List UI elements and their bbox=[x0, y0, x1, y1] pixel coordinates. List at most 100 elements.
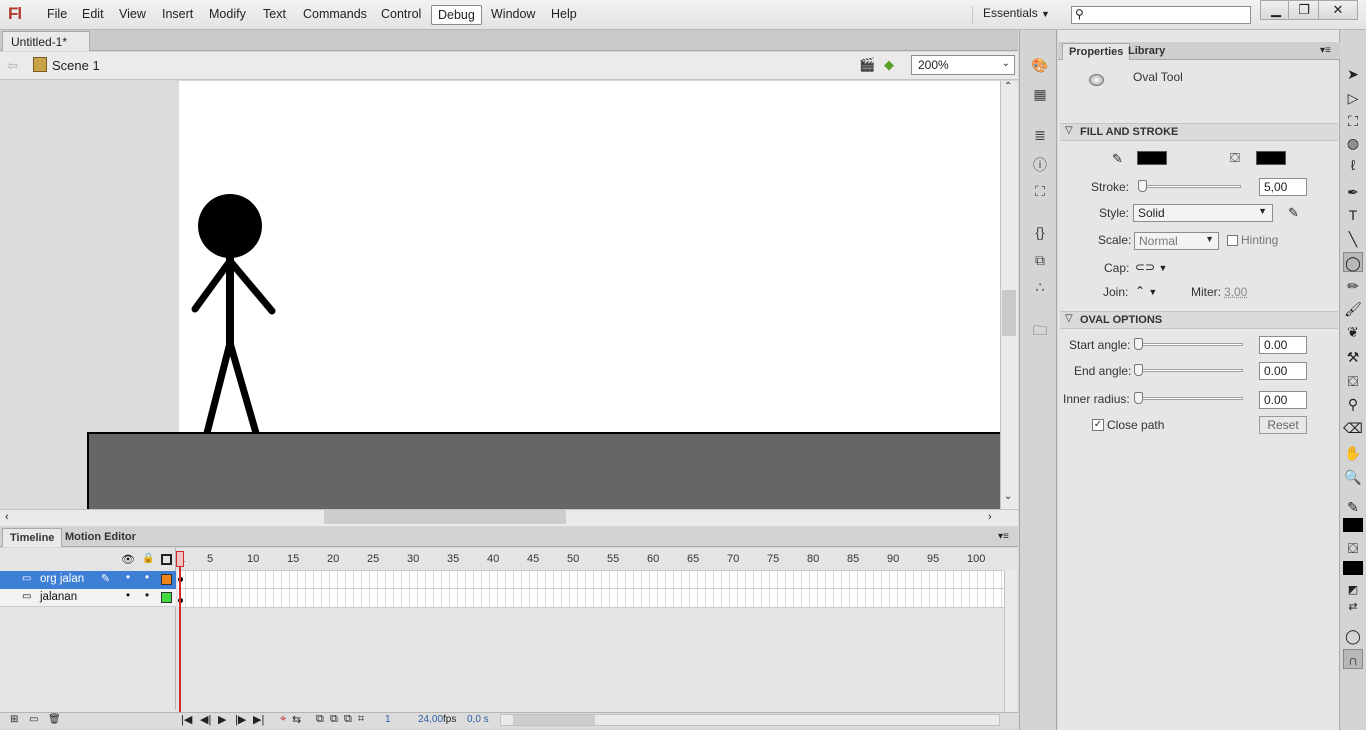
end-angle-slider-track[interactable] bbox=[1135, 369, 1243, 372]
workspace-switcher[interactable]: Essentials ▼ bbox=[972, 6, 1058, 24]
vertical-scroll-thumb[interactable] bbox=[1002, 290, 1016, 336]
brush-tool-icon[interactable]: 🖌 bbox=[1343, 299, 1363, 319]
panel-menu-icon[interactable]: ▾≡ bbox=[998, 531, 1009, 542]
deco-tool-icon[interactable]: ❦ bbox=[1343, 322, 1363, 342]
new-layer-icon[interactable]: ⊞ bbox=[10, 714, 18, 725]
start-angle-slider-track[interactable] bbox=[1135, 343, 1243, 346]
horizontal-scroll-thumb[interactable] bbox=[324, 510, 566, 524]
fill-color-tool-icon[interactable]: ⛋ bbox=[1343, 538, 1363, 558]
step-forward-icon[interactable]: |▶ bbox=[235, 713, 246, 726]
project-panel-icon[interactable]: 🗀 bbox=[1030, 320, 1050, 338]
new-folder-icon[interactable]: ▭ bbox=[29, 714, 38, 725]
menu-window[interactable]: Window bbox=[491, 7, 535, 21]
scene-label[interactable]: Scene 1 bbox=[52, 58, 100, 73]
step-back-icon[interactable]: ◀| bbox=[200, 713, 211, 726]
style-dropdown[interactable]: Solid ▼ bbox=[1133, 204, 1273, 222]
stroke-slider-track[interactable] bbox=[1139, 185, 1241, 188]
start-angle-input[interactable]: 0.00 bbox=[1259, 336, 1307, 354]
start-angle-slider-knob[interactable] bbox=[1134, 338, 1143, 350]
onion-skin-outlines-icon[interactable]: ⧉ bbox=[330, 713, 338, 726]
inner-radius-input[interactable]: 0.00 bbox=[1259, 391, 1307, 409]
play-icon[interactable]: ▶ bbox=[218, 713, 226, 726]
code-snippets-icon[interactable]: {} bbox=[1030, 224, 1050, 242]
scroll-up-icon[interactable]: ⌃ bbox=[1004, 81, 1012, 92]
menu-modify[interactable]: Modify bbox=[209, 7, 246, 21]
delete-layer-icon[interactable]: 🗑 bbox=[48, 714, 61, 725]
edit-symbols-icon[interactable]: ◆ bbox=[884, 57, 904, 73]
tab-properties[interactable]: Properties bbox=[1062, 43, 1131, 60]
go-to-first-frame-icon[interactable]: |◀ bbox=[181, 713, 192, 726]
bone-tool-icon[interactable]: ⚒ bbox=[1343, 347, 1363, 367]
lasso-tool-icon[interactable]: ℓ bbox=[1343, 155, 1363, 175]
stroke-color-swatch[interactable] bbox=[1137, 151, 1167, 165]
scale-dropdown[interactable]: Normal ▼ bbox=[1134, 232, 1219, 250]
tab-timeline[interactable]: Timeline bbox=[2, 528, 63, 547]
restore-button[interactable]: ❐ bbox=[1288, 0, 1320, 20]
modify-markers-icon[interactable]: ⌗ bbox=[358, 713, 364, 726]
fill-color-tool-swatch[interactable] bbox=[1343, 561, 1363, 575]
subselection-tool-icon[interactable]: ▷ bbox=[1343, 88, 1363, 108]
menu-edit[interactable]: Edit bbox=[82, 7, 104, 21]
pencil-tool-icon[interactable]: ✏ bbox=[1343, 276, 1363, 296]
frame-rate[interactable]: 24,00 bbox=[418, 714, 443, 725]
fill-color-swatch[interactable] bbox=[1256, 151, 1286, 165]
go-to-last-frame-icon[interactable]: ▶| bbox=[253, 713, 264, 726]
onion-skin-icon[interactable]: ⧉ bbox=[316, 713, 324, 726]
zoom-select[interactable]: 200% ⌄ bbox=[911, 55, 1015, 75]
end-angle-slider-knob[interactable] bbox=[1134, 364, 1143, 376]
tab-library[interactable]: Library bbox=[1122, 43, 1171, 60]
stage-pasteboard[interactable] bbox=[0, 81, 1000, 509]
figure-head[interactable] bbox=[198, 194, 262, 258]
layer-row-org-jalan[interactable]: ▭ org jalan ✎ • • bbox=[0, 571, 176, 589]
info-panel-icon[interactable]: ⓘ bbox=[1030, 155, 1050, 173]
layer-name[interactable]: org jalan bbox=[40, 573, 84, 585]
menu-control[interactable]: Control bbox=[381, 7, 421, 21]
align-panel-icon[interactable]: ≣ bbox=[1030, 127, 1050, 145]
lock-icon[interactable]: 🔒 bbox=[142, 553, 154, 564]
layer-row-jalanan[interactable]: ▭ jalanan • • bbox=[0, 589, 176, 607]
panel-menu-icon[interactable]: ▾≡ bbox=[1320, 45, 1331, 56]
current-frame[interactable]: 1 bbox=[385, 714, 391, 725]
timeline-vertical-scrollbar[interactable] bbox=[1004, 570, 1017, 712]
ground-rectangle[interactable] bbox=[87, 432, 1000, 509]
lock-dot[interactable]: • bbox=[145, 590, 149, 602]
stroke-color-tool-swatch[interactable] bbox=[1343, 518, 1363, 532]
snap-to-objects-icon[interactable]: ∩ bbox=[1343, 649, 1363, 669]
layer-name[interactable]: jalanan bbox=[40, 591, 77, 603]
cap-dropdown[interactable]: ⊂⊃ ▼ bbox=[1135, 260, 1167, 274]
selection-tool-icon[interactable]: ➤ bbox=[1343, 64, 1363, 84]
menu-file[interactable]: File bbox=[47, 7, 67, 21]
line-tool-icon[interactable]: ╲ bbox=[1343, 229, 1363, 249]
inner-radius-slider-knob[interactable] bbox=[1134, 392, 1143, 404]
playhead[interactable] bbox=[179, 551, 181, 714]
scroll-down-icon[interactable]: ⌄ bbox=[1004, 491, 1012, 502]
components-panel-icon[interactable]: ⧉ bbox=[1030, 252, 1050, 270]
paint-bucket-tool-icon[interactable]: ⛋ bbox=[1343, 371, 1363, 391]
menu-text[interactable]: Text bbox=[263, 7, 286, 21]
hand-tool-icon[interactable]: ✋ bbox=[1343, 443, 1363, 463]
edit-stroke-style-icon[interactable]: ✎ bbox=[1288, 205, 1299, 221]
motion-presets-icon[interactable]: ∴ bbox=[1030, 279, 1050, 297]
tab-motion-editor[interactable]: Motion Editor bbox=[58, 528, 143, 547]
oval-options-header[interactable]: ▽ OVAL OPTIONS bbox=[1060, 311, 1338, 329]
eyedropper-tool-icon[interactable]: ⚲ bbox=[1343, 394, 1363, 414]
lock-dot[interactable]: • bbox=[145, 572, 149, 584]
end-angle-input[interactable]: 0.00 bbox=[1259, 362, 1307, 380]
menu-insert[interactable]: Insert bbox=[162, 7, 193, 21]
back-arrow-icon[interactable]: ⇦ bbox=[7, 58, 18, 74]
fill-stroke-header[interactable]: ▽ FILL AND STROKE bbox=[1060, 123, 1338, 141]
center-frame-icon[interactable]: ⌖ bbox=[280, 713, 286, 726]
hinting-checkbox[interactable] bbox=[1227, 235, 1238, 246]
outline-icon[interactable] bbox=[161, 554, 172, 565]
help-search-input[interactable]: ⚲ bbox=[1071, 6, 1251, 24]
transform-panel-icon[interactable]: ⛶ bbox=[1030, 183, 1050, 201]
zoom-tool-icon[interactable]: 🔍 bbox=[1343, 467, 1363, 487]
frame-grid[interactable] bbox=[178, 570, 1004, 608]
join-dropdown[interactable]: ⌃ ▼ bbox=[1135, 284, 1157, 298]
reset-button[interactable]: Reset bbox=[1259, 416, 1307, 434]
scroll-left-icon[interactable]: ‹ bbox=[5, 511, 9, 523]
visibility-dot[interactable]: • bbox=[126, 590, 130, 602]
playhead-handle[interactable] bbox=[176, 551, 184, 567]
object-drawing-icon[interactable]: ◯ bbox=[1343, 626, 1363, 646]
inner-radius-slider-track[interactable] bbox=[1135, 397, 1243, 400]
